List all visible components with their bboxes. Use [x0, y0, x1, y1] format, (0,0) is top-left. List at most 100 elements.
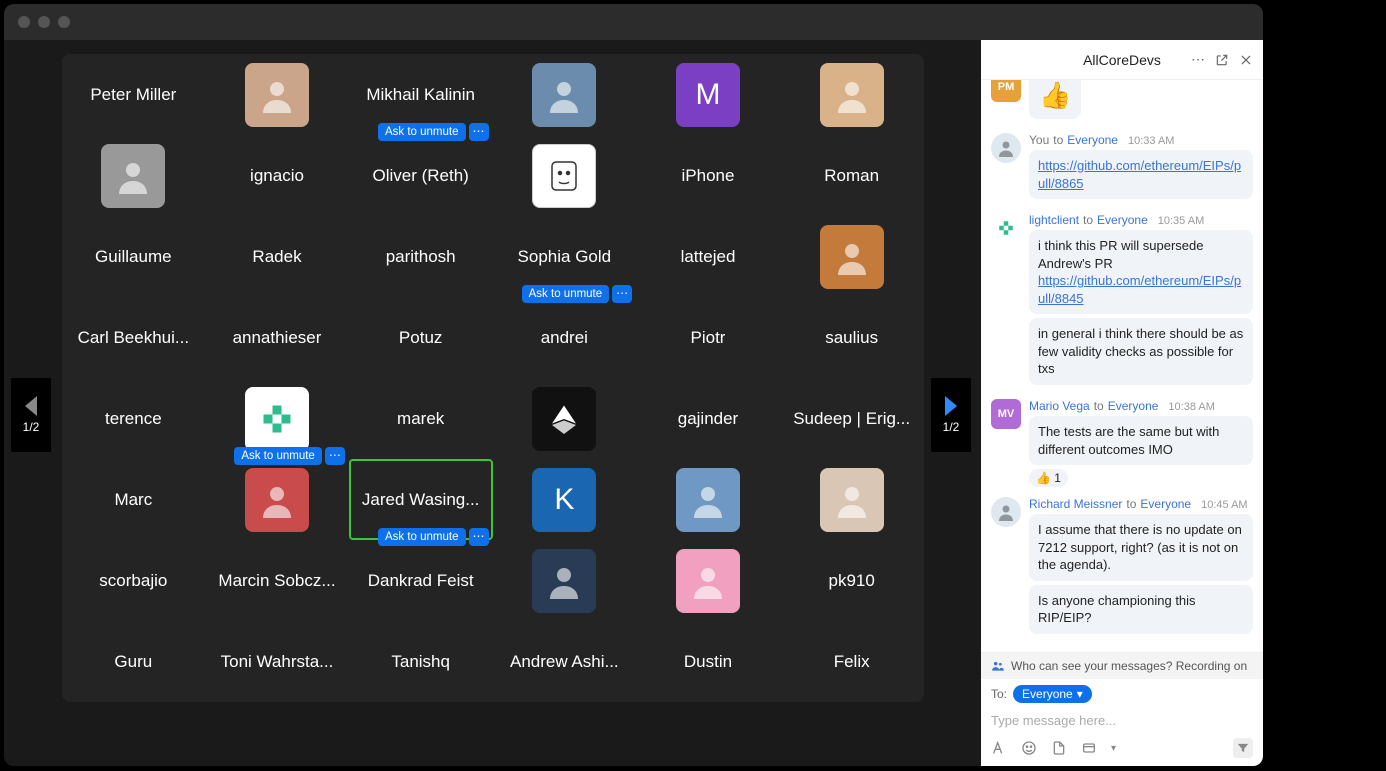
participant-tile[interactable]: Carl Beekhui... — [62, 297, 206, 378]
participant-tile[interactable]: Marc — [62, 459, 206, 540]
participant-tile[interactable]: Ask to unmute⋯Dankrad Feist — [349, 540, 493, 621]
avatar — [245, 387, 309, 451]
message-meta: Mario VegatoEveryone10:38 AM — [1029, 399, 1253, 413]
participant-tile[interactable]: K — [493, 459, 637, 540]
participant-tile[interactable]: Guru — [62, 621, 206, 702]
participant-name: Andrew Ashi... — [510, 652, 619, 672]
participant-tile[interactable]: Radek — [205, 216, 349, 297]
ask-unmute-button[interactable]: Ask to unmute — [234, 447, 322, 465]
participant-tile[interactable]: Peter Miller — [62, 54, 206, 135]
screenshot-icon[interactable] — [1081, 740, 1097, 756]
chat-messages[interactable]: PM👍 YoutoEveryone10:33 AM https://github.c… — [981, 80, 1263, 652]
participant-tile[interactable] — [780, 216, 924, 297]
participant-name: saulius — [825, 328, 878, 348]
participant-tile[interactable] — [780, 54, 924, 135]
emoji-icon[interactable] — [1021, 740, 1037, 756]
participant-tile[interactable]: Marcin Sobcz... — [205, 540, 349, 621]
participant-tile[interactable]: terence — [62, 378, 206, 459]
participant-tile[interactable]: Andrew Ashi... — [493, 621, 637, 702]
message-bubble: in general i think there should be as fe… — [1029, 318, 1253, 385]
traffic-zoom[interactable] — [58, 16, 70, 28]
participant-tile[interactable] — [636, 459, 780, 540]
message-bubble: i think this PR will supersede Andrew's … — [1029, 230, 1253, 314]
participant-tile[interactable]: Roman — [780, 135, 924, 216]
participant-tile[interactable]: scorbajio — [62, 540, 206, 621]
link[interactable]: https://github.com/ethereum/EIPs/pull/88… — [1038, 158, 1241, 191]
participant-tile[interactable]: marek — [349, 378, 493, 459]
popout-icon[interactable] — [1215, 53, 1229, 67]
participant-tile[interactable]: pk910 — [780, 540, 924, 621]
reaction-chip[interactable]: 👍 1 — [1029, 469, 1068, 487]
participant-name: Carl Beekhui... — [78, 328, 190, 348]
participant-tile[interactable]: Guillaume — [62, 216, 206, 297]
ask-unmute-button[interactable]: Ask to unmute — [522, 285, 610, 303]
ask-more-button[interactable]: ⋯ — [469, 123, 489, 141]
avatar: PM — [991, 80, 1021, 102]
avatar: MV — [991, 399, 1021, 429]
message-bubble: Is anyone championing this RIP/EIP? — [1029, 585, 1253, 634]
avatar — [532, 549, 596, 613]
message-meta: YoutoEveryone10:33 AM — [1029, 133, 1253, 147]
ask-unmute-button[interactable]: Ask to unmute — [378, 123, 466, 141]
attach-icon[interactable] — [1051, 740, 1067, 756]
message-input[interactable] — [991, 709, 1253, 738]
participant-tile[interactable] — [780, 459, 924, 540]
link[interactable]: https://github.com/ethereum/EIPs/pull/88… — [1038, 273, 1241, 306]
traffic-close[interactable] — [18, 16, 30, 28]
ask-unmute-button[interactable]: Ask to unmute — [378, 528, 466, 546]
ask-more-button[interactable]: ⋯ — [325, 447, 345, 465]
participant-tile[interactable]: Ask to unmute⋯Oliver (Reth) — [349, 135, 493, 216]
avatar — [245, 63, 309, 127]
participant-tile[interactable]: Dustin — [636, 621, 780, 702]
filter-icon[interactable] — [1233, 738, 1253, 758]
participant-tile[interactable]: Potuz — [349, 297, 493, 378]
page-next-button[interactable]: 1/2 — [931, 378, 971, 452]
participant-tile[interactable]: ignacio — [205, 135, 349, 216]
message-bubble: I assume that there is no update on 7212… — [1029, 514, 1253, 581]
format-icon[interactable] — [991, 740, 1007, 756]
participant-tile[interactable]: Tanishq — [349, 621, 493, 702]
participant-tile[interactable] — [62, 135, 206, 216]
participant-tile[interactable] — [493, 378, 637, 459]
participant-tile[interactable]: Ask to unmute⋯andrei — [493, 297, 637, 378]
participant-tile[interactable] — [493, 135, 637, 216]
participant-name: Guru — [114, 652, 152, 672]
participant-tile[interactable]: Felix — [780, 621, 924, 702]
participant-name: iPhone — [682, 166, 735, 186]
participant-name: Piotr — [691, 328, 726, 348]
ask-more-button[interactable]: ⋯ — [469, 528, 489, 546]
ask-more-button[interactable]: ⋯ — [612, 285, 632, 303]
chat-message: MV Mario VegatoEveryone10:38 AM The tests … — [991, 399, 1253, 487]
participant-tile[interactable] — [205, 54, 349, 135]
participant-tile[interactable] — [636, 540, 780, 621]
chevron-down-icon[interactable]: ▾ — [1111, 743, 1116, 754]
chat-visibility-notice[interactable]: Who can see your messages? Recording on — [981, 652, 1263, 679]
more-icon[interactable]: ⋯ — [1191, 51, 1205, 68]
participant-tile[interactable]: Piotr — [636, 297, 780, 378]
participant-tile[interactable]: parithosh — [349, 216, 493, 297]
participant-tile[interactable] — [493, 54, 637, 135]
chevron-left-icon — [25, 396, 37, 416]
participant-tile[interactable]: Toni Wahrsta... — [205, 621, 349, 702]
recipient-pill[interactable]: Everyone ▾ — [1013, 685, 1092, 703]
participant-tile[interactable]: iPhone — [636, 135, 780, 216]
participant-tile[interactable]: M — [636, 54, 780, 135]
avatar — [820, 63, 884, 127]
chat-message: Richard MeissnertoEveryone10:45 AMI assu… — [991, 497, 1253, 638]
traffic-minimize[interactable] — [38, 16, 50, 28]
participant-tile[interactable] — [493, 540, 637, 621]
participant-name: Felix — [834, 652, 870, 672]
chat-message: PM👍 — [991, 80, 1253, 123]
participant-name: Dustin — [684, 652, 732, 672]
participant-tile[interactable]: gajinder — [636, 378, 780, 459]
page-prev-button[interactable]: 1/2 — [11, 378, 51, 452]
avatar — [820, 225, 884, 289]
participant-tile[interactable]: annathieser — [205, 297, 349, 378]
participant-tile[interactable]: Ask to unmute⋯ — [205, 459, 349, 540]
close-icon[interactable] — [1239, 53, 1253, 67]
message-bubble: The tests are the same but with differen… — [1029, 416, 1253, 465]
participant-tile[interactable]: saulius — [780, 297, 924, 378]
participant-tile[interactable]: Sudeep | Erig... — [780, 378, 924, 459]
participant-name: Sudeep | Erig... — [793, 409, 910, 429]
participant-tile[interactable]: lattejed — [636, 216, 780, 297]
